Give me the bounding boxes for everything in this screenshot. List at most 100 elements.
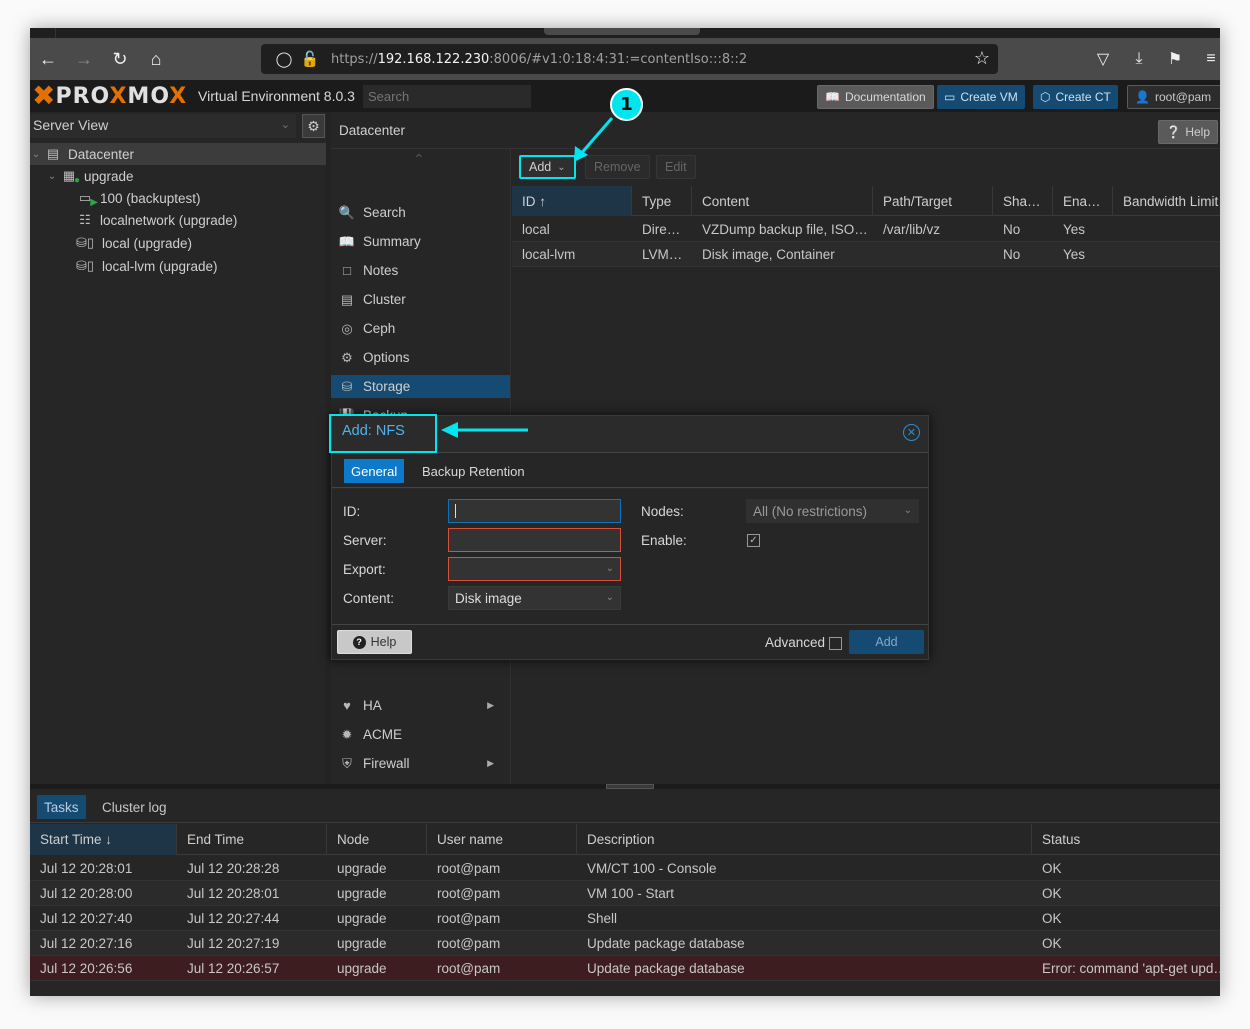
nav-item-firewall[interactable]: ⛨ Firewall ▶	[331, 752, 510, 775]
nav-item-label: Summary	[363, 234, 421, 249]
advanced-checkbox[interactable]	[829, 637, 842, 650]
column-header-bandwidth[interactable]: Bandwidth Limit	[1113, 186, 1220, 216]
enable-checkbox[interactable]: ✓	[747, 534, 760, 547]
gear-icon[interactable]: ⚙	[302, 114, 325, 138]
table-row[interactable]: local-lvm LVM… Disk image, Container No …	[512, 242, 1220, 267]
remove-button[interactable]: Remove	[585, 155, 650, 179]
tree-item-label: local (upgrade)	[102, 235, 193, 251]
add-storage-button[interactable]: Add ⌄	[519, 155, 576, 179]
download-icon[interactable]: ⤓	[1126, 43, 1152, 75]
content-header: Datacenter ❔ Help	[331, 112, 1220, 149]
task-row[interactable]: Jul 12 20:27:40 Jul 12 20:27:44 upgrade …	[30, 906, 1220, 931]
task-row-error[interactable]: Jul 12 20:26:56 Jul 12 20:26:57 upgrade …	[30, 956, 1220, 981]
shield-icon[interactable]: ◯	[271, 50, 297, 68]
column-header-type[interactable]: Type	[632, 186, 692, 216]
table-row[interactable]: local Dire… VZDump backup file, ISO… /va…	[512, 217, 1220, 242]
cell-type: LVM…	[642, 246, 683, 262]
task-row[interactable]: Jul 12 20:27:16 Jul 12 20:27:19 upgrade …	[30, 931, 1220, 956]
cell-node: upgrade	[337, 885, 387, 901]
task-row[interactable]: Jul 12 20:28:01 Jul 12 20:28:28 upgrade …	[30, 856, 1220, 881]
column-header-node[interactable]: Node	[327, 824, 427, 855]
column-header-start-time[interactable]: Start Time ↓	[30, 824, 177, 855]
tree-item-storage[interactable]: ⛁▯ local (upgrade)	[30, 232, 326, 254]
cell-start-time: Jul 12 20:27:40	[40, 910, 133, 926]
url-bar[interactable]: ◯ 🔓 https://192.168.122.230:8006/#v1:0:1…	[261, 44, 998, 74]
logo-text: PROXMOX	[55, 83, 188, 109]
nodes-select[interactable]: All (No restrictions) ⌄	[746, 499, 919, 523]
nav-item-cluster[interactable]: ▤ Cluster	[331, 288, 510, 311]
user-menu-button[interactable]: 👤 root@pam	[1127, 85, 1220, 109]
nav-item-label: ACME	[363, 727, 403, 742]
cell-status: Error: command 'apt-get upd…	[1042, 960, 1220, 976]
home-icon[interactable]: ⌂	[138, 43, 174, 75]
cell-status: OK	[1042, 860, 1062, 876]
nav-item-options[interactable]: ⚙ Options	[331, 346, 510, 369]
browser-window: ← → ↻ ⌂ ◯ 🔓 https://192.168.122.230:8006…	[30, 28, 1220, 996]
column-header-user[interactable]: User name	[427, 824, 577, 855]
submenu-arrow-icon[interactable]: ▶	[487, 700, 494, 711]
arrow-left-icon[interactable]: ←	[30, 43, 66, 75]
nav-item-notes[interactable]: □ Notes	[331, 259, 510, 282]
close-icon[interactable]: ✕	[903, 424, 920, 441]
search-icon: 🔍	[338, 204, 356, 220]
nav-item-ha[interactable]: ♥ HA ▶	[331, 694, 510, 717]
id-label: ID:	[343, 504, 361, 519]
tree-item-storage[interactable]: ⛁▯ local-lvm (upgrade)	[30, 255, 326, 277]
column-header-content[interactable]: Content	[692, 186, 873, 216]
column-header-end-time[interactable]: End Time	[177, 824, 327, 855]
export-select[interactable]: ⌄	[448, 557, 621, 581]
tab-cluster-log[interactable]: Cluster log	[95, 795, 174, 819]
view-selector-label: Server View	[33, 117, 109, 133]
help-button[interactable]: ❔ Help	[1158, 120, 1218, 144]
nodes-label: Nodes:	[641, 504, 684, 519]
tab-tasks[interactable]: Tasks	[37, 795, 86, 819]
reload-icon[interactable]: ↻	[102, 43, 138, 75]
dialog-add-button[interactable]: Add	[849, 630, 924, 654]
arrow-right-icon[interactable]: →	[66, 43, 102, 75]
nav-item-storage[interactable]: ⛁ Storage	[331, 375, 510, 398]
column-header-id[interactable]: ID ↑	[512, 186, 632, 216]
nav-item-search[interactable]: 🔍 Search	[331, 201, 510, 224]
tree-item-datacenter[interactable]: ⌄ ▤ Datacenter	[30, 143, 326, 165]
search-input[interactable]	[363, 85, 531, 108]
nav-item-summary[interactable]: 📖 Summary	[331, 230, 510, 253]
chevron-up-icon[interactable]: ⌃	[413, 151, 425, 168]
lock-warning-icon[interactable]: 🔓	[297, 50, 323, 68]
chevron-down-icon[interactable]: ⌄	[46, 171, 58, 182]
column-header-status[interactable]: Status	[1032, 824, 1220, 855]
content-select[interactable]: Disk image ⌄	[448, 586, 621, 610]
edit-button[interactable]: Edit	[656, 155, 696, 179]
nav-item-label: HA	[363, 698, 382, 713]
tree-item-sdn[interactable]: ☷ localnetwork (upgrade)	[30, 209, 326, 231]
chevron-down-icon[interactable]: ⌄	[30, 149, 42, 160]
product-version: Virtual Environment 8.0.3	[198, 88, 355, 104]
sdn-grid-icon: ☷	[79, 212, 91, 227]
tab-backup-retention[interactable]: Backup Retention	[415, 459, 532, 483]
create-vm-button[interactable]: ▭ Create VM	[937, 85, 1025, 109]
column-header-description[interactable]: Description	[577, 824, 1032, 855]
url-text[interactable]: https://192.168.122.230:8006/#v1:0:18:4:…	[331, 52, 747, 67]
view-selector[interactable]: Server View ⌄	[30, 114, 296, 138]
documentation-button[interactable]: 📖 Documentation	[817, 85, 934, 109]
id-field[interactable]	[448, 499, 621, 523]
create-ct-button[interactable]: ⬡ Create CT	[1033, 85, 1118, 109]
task-row[interactable]: Jul 12 20:28:00 Jul 12 20:28:01 upgrade …	[30, 881, 1220, 906]
hamburger-menu-icon[interactable]: ≡	[1198, 43, 1220, 75]
tree-item-label: upgrade	[84, 168, 134, 184]
puzzle-icon[interactable]: ⚑	[1162, 43, 1188, 75]
cell-start-time: Jul 12 20:28:00	[40, 885, 133, 901]
submenu-arrow-icon[interactable]: ▶	[487, 758, 494, 769]
nav-item-ceph[interactable]: ◎ Ceph	[331, 317, 510, 340]
pocket-icon[interactable]: ▽	[1090, 43, 1116, 75]
column-header-shared[interactable]: Sha…	[993, 186, 1053, 216]
column-header-enabled[interactable]: Ena…	[1053, 186, 1113, 216]
dialog-help-button[interactable]: ? Help	[337, 630, 412, 654]
column-header-path[interactable]: Path/Target	[873, 186, 993, 216]
star-icon[interactable]: ☆	[974, 48, 990, 69]
nav-item-acme[interactable]: ✹ ACME	[331, 723, 510, 746]
active-tab[interactable]	[544, 28, 700, 35]
tab-general[interactable]: General	[344, 459, 405, 483]
server-field[interactable]	[448, 528, 621, 552]
tree-item-vm[interactable]: ▭ ▶ 100 (backuptest)	[30, 187, 326, 209]
tree-item-node[interactable]: ⌄ ▦ ● upgrade	[30, 165, 326, 187]
